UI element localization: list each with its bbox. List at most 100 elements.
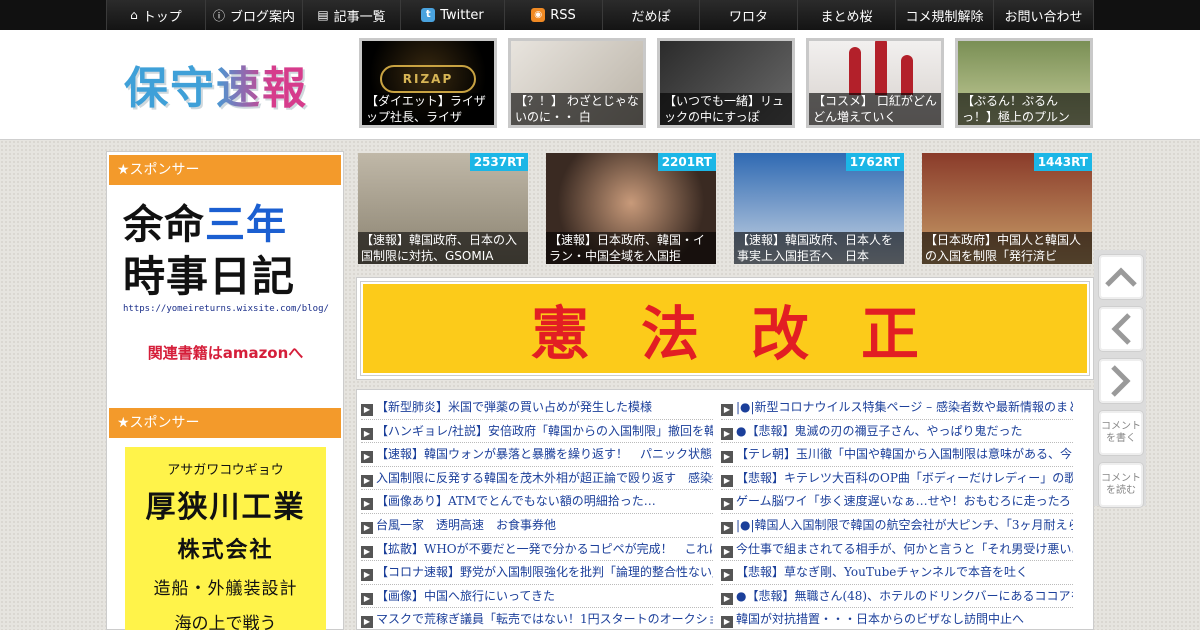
list-icon: ▤	[317, 8, 329, 22]
bullet-arrow-icon: ▶	[361, 569, 373, 582]
nav-item-label: だめぽ	[631, 9, 671, 25]
nav-item-2[interactable]: ▤ 記事一覧	[303, 0, 401, 30]
nav-item-1[interactable]: ⓘ ブログ案内	[206, 0, 303, 30]
news-list-item[interactable]: ▶ 【テレ朝】玉川徹「中国や韓国から入国制限は意味がある、今こそ	[721, 443, 1073, 467]
comment-read-button[interactable]: コメントを読む	[1098, 462, 1144, 508]
news-link-text: ●【悲報】無職さん(48)、ホテルのドリンクバーにあるココアを	[736, 588, 1073, 603]
news-list-item[interactable]: ▶ 【悲報】草なぎ剛、YouTubeチャンネルで本音を吐く	[721, 561, 1073, 585]
site-logo[interactable]: 保守速報	[124, 52, 308, 116]
rizap-logo-image: RIZAP	[380, 65, 476, 93]
header-thumb-3[interactable]: 【いつでも一緒】リュックの中にすっぽ	[657, 38, 795, 128]
info-icon: ⓘ	[212, 8, 225, 23]
header-thumb-1[interactable]: RIZAP 【ダイエット】ライザップ社長、ライザ	[359, 38, 497, 128]
ad-company-slogan: 海の上で戦う	[174, 614, 277, 630]
bullet-arrow-icon: ▶	[361, 592, 373, 605]
news-link-text: 韓国が対抗措置・・・日本からのビザなし訪問中止へ	[736, 612, 1025, 627]
news-list-item[interactable]: ▶ 【拡散】WHOが不要だと一発で分かるコピペが完成！ これは	[361, 538, 713, 562]
rt-article-caption: 【速報】日本政府、韓国・イラン・中国全域を入国拒	[546, 232, 716, 264]
ad-amazon-link[interactable]: 関連書籍はamazonへ	[123, 342, 328, 363]
banner-char: 法	[640, 299, 699, 368]
twitter-icon: t	[421, 8, 436, 22]
left-sidebar: ★スポンサー 余命三年 時事日記 https://yomeireturns.wi…	[106, 151, 344, 630]
news-list-item[interactable]: ▶ |●|新型コロナウイルス特集ページ – 感染者数や最新情報のまとめ	[721, 396, 1073, 420]
nav-item-label: ブログ案内	[230, 9, 296, 25]
header-thumb-4[interactable]: 【コスメ】 口紅がどんどん増えていく	[806, 38, 944, 128]
news-link-text: 台風一家 透明高速 お食事券他	[376, 517, 557, 532]
news-list-item[interactable]: ▶ ●【悲報】鬼滅の刃の禰豆子さん、やっぱり鬼だった	[721, 420, 1073, 444]
news-list-item[interactable]: ▶ 【新型肺炎】米国で弾薬の買い占めが発生した模様	[361, 396, 713, 420]
news-link-text: 【コロナ速報】野党が入国制限強化を批判「論理的整合性ない」	[376, 565, 713, 580]
news-list-item[interactable]: ▶ ゲーム脳ワイ「歩く速度遅いなぁ…せや！おもむろに走ったろ！」	[721, 490, 1073, 514]
nav-item-9[interactable]: お問い合わせ	[994, 0, 1094, 30]
nav-item-0[interactable]: ⌂ トップ	[106, 0, 206, 30]
news-link-text: ゲーム脳ワイ「歩く速度遅いなぁ…せや！おもむろに走ったろ！」	[736, 494, 1073, 509]
news-link-text: 【画像】中国へ旅行にいってきた	[376, 588, 556, 603]
home-icon: ⌂	[130, 8, 138, 22]
news-list-item[interactable]: ▶ |●|韓国人入国制限で韓国の航空会社が大ピンチ、「3ヶ月耐えられ	[721, 514, 1073, 538]
side-controls: コメントを書く コメントを読む	[1096, 250, 1146, 514]
bullet-arrow-icon: ▶	[721, 545, 733, 558]
nav-item-6[interactable]: ワロタ	[700, 0, 798, 30]
nav-item-7[interactable]: まとめ桜	[798, 0, 896, 30]
news-list-item[interactable]: ▶ ●【悲報】無職さん(48)、ホテルのドリンクバーにあるココアを	[721, 585, 1073, 609]
news-list-item[interactable]: ▶ 【コロナ速報】野党が入国制限強化を批判「論理的整合性ない」	[361, 561, 713, 585]
nav-item-4[interactable]: ◉ RSS	[505, 0, 603, 30]
banner-char: 正	[861, 299, 920, 368]
header-thumb-5[interactable]: 【ぷるん！ぷるん っ！】極上のプルン	[955, 38, 1093, 128]
news-list-item[interactable]: ▶ 【速報】韓国ウォンが暴落と暴騰を繰り返す！ パニック状態へ	[361, 443, 713, 467]
rt-article-caption: 【速報】韓国政府、日本の入国制限に対抗、GSOMIA	[358, 232, 528, 264]
rt-count-badge: 2201RT	[657, 153, 716, 171]
news-list-right: ▶ |●|新型コロナウイルス特集ページ – 感染者数や最新情報のまとめ ▶ ●【悲報】…	[721, 396, 1073, 629]
news-list-item[interactable]: ▶ 入国制限に反発する韓国を茂木外相が超正論で殴り返す 感染拡大	[361, 467, 713, 491]
news-link-text: ●【悲報】鬼滅の刃の禰豆子さん、やっぱり鬼だった	[736, 423, 1023, 438]
rt-article-1[interactable]: 2537RT 【速報】韓国政府、日本の入国制限に対抗、GSOMIA	[358, 153, 528, 264]
rt-article-2[interactable]: 2201RT 【速報】日本政府、韓国・イラン・中国全域を入国拒	[546, 153, 716, 264]
rt-article-3[interactable]: 1762RT 【速報】韓国政府、日本人を事実上入国拒否へ 日本	[734, 153, 904, 264]
top-navigation-bar: ⌂ トップ ⓘ ブログ案内 ▤ 記事一覧 t Twitter ◉ RSS だめぽ ワロタ まとめ桜 コメ規…	[0, 0, 1200, 30]
bullet-arrow-icon: ▶	[361, 404, 373, 416]
prev-article-button[interactable]	[1098, 306, 1144, 352]
header-thumb-2[interactable]: 【？！】 わざとじゃないのに・・ 白	[508, 38, 646, 128]
scroll-top-button[interactable]	[1098, 254, 1144, 300]
header-thumb-caption: 【？！】 わざとじゃないのに・・ 白	[511, 93, 643, 125]
news-list-item[interactable]: ▶ マスクで荒稼ぎ議員「転売ではない！1円スタートのオークション	[361, 608, 713, 629]
nav-item-3[interactable]: t Twitter	[401, 0, 505, 30]
nav-item-label: コメ規制解除	[905, 9, 984, 25]
bullet-arrow-icon: ▶	[721, 451, 733, 464]
sponsor-ad-yomei[interactable]: 余命三年 時事日記 https://yomeireturns.wixsite.c…	[123, 200, 329, 363]
news-link-text: 入国制限に反発する韓国を茂木外相が超正論で殴り返す 感染拡大	[376, 470, 713, 485]
nav-item-label: まとめ桜	[820, 9, 873, 25]
ad-title-part: 余命	[123, 202, 205, 248]
chevron-right-icon	[1111, 365, 1131, 397]
ad-url[interactable]: https://yomeireturns.wixsite.com/blog/	[123, 304, 329, 314]
constitution-banner[interactable]: 憲 法 改 正	[356, 277, 1094, 380]
header-featured-thumbnails: RIZAP 【ダイエット】ライザップ社長、ライザ 【？！】 わざとじゃないのに・…	[359, 38, 1093, 128]
ad-company-kana: アサガワコウギョウ	[167, 463, 284, 478]
bullet-arrow-icon: ▶	[721, 616, 733, 629]
news-list-item[interactable]: ▶ 韓国が対抗措置・・・日本からのビザなし訪問中止へ	[721, 608, 1073, 629]
news-link-text: |●|新型コロナウイルス特集ページ – 感染者数や最新情報のまとめ	[736, 400, 1073, 414]
site-header: 保守速報 保守速報 RIZAP 【ダイエット】ライザップ社長、ライザ 【？！】 …	[0, 30, 1200, 140]
bullet-arrow-icon: ▶	[361, 498, 373, 511]
lipstick-image	[849, 47, 861, 95]
rss-icon: ◉	[531, 8, 546, 22]
news-list-item[interactable]: ▶ 【画像あり】ATMでとんでもない額の明細拾った…	[361, 490, 713, 514]
news-list-item[interactable]: ▶ 【悲報】キテレツ大百科のOP曲「ボディーだけレディー」の歌詞	[721, 467, 1073, 491]
bullet-arrow-icon: ▶	[361, 474, 373, 487]
nav-menu: ⌂ トップ ⓘ ブログ案内 ▤ 記事一覧 t Twitter ◉ RSS だめぽ ワロタ まとめ桜 コメ規…	[106, 0, 1094, 30]
rt-article-caption: 【速報】韓国政府、日本人を事実上入国拒否へ 日本	[734, 232, 904, 264]
nav-item-8[interactable]: コメ規制解除	[896, 0, 994, 30]
news-list-item[interactable]: ▶ 台風一家 透明高速 お食事券他	[361, 514, 713, 538]
bullet-arrow-icon: ▶	[721, 592, 733, 605]
news-list-item[interactable]: ▶ 今仕事で組まされてる相手が、何かと言うと「それ男受け悪いよ」	[721, 538, 1073, 562]
news-list-item[interactable]: ▶ 【ハンギョレ/社説】安倍政府「韓国からの入国制限」撤回を韓国に	[361, 420, 713, 444]
rt-article-4[interactable]: 1443RT 【日本政府】中国人と韓国人の入国を制限「発行済ビ	[922, 153, 1092, 264]
rt-count-badge: 2537RT	[469, 153, 528, 171]
bullet-arrow-icon: ▶	[361, 545, 373, 558]
ad-title-line2: 時事日記	[123, 252, 296, 301]
comment-write-button[interactable]: コメントを書く	[1098, 410, 1144, 456]
news-list-item[interactable]: ▶ 【画像】中国へ旅行にいってきた	[361, 585, 713, 609]
sponsor-ad-asagawa[interactable]: アサガワコウギョウ 厚狭川工業 株式会社 造船・外艤装設計 海の上で戦う	[125, 447, 326, 630]
nav-item-5[interactable]: だめぽ	[603, 0, 700, 30]
next-article-button[interactable]	[1098, 358, 1144, 404]
